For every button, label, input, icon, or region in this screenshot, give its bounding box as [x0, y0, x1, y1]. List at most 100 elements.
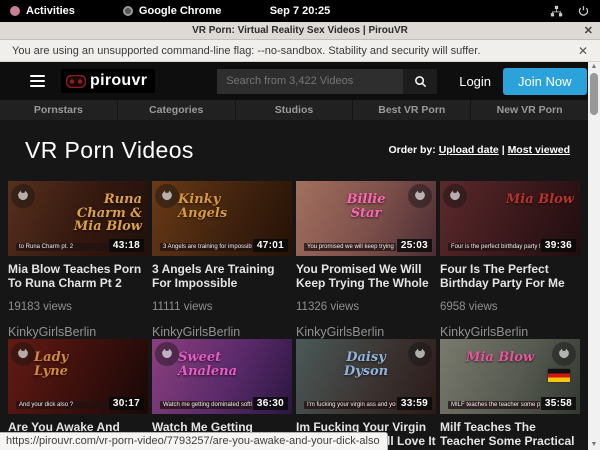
- thumbnail-overlay-text: Lady Lyne: [34, 351, 106, 378]
- search-bar: [217, 69, 437, 94]
- scroll-up-icon[interactable]: ▲: [588, 62, 600, 72]
- order-link-most-viewed[interactable]: Most viewed: [508, 144, 570, 156]
- main-nav: Pornstars Categories Studios Best VR Por…: [0, 100, 588, 120]
- video-thumbnail[interactable]: Sweet Analena Watch me getting dominated…: [152, 339, 292, 414]
- warning-close-icon[interactable]: ✕: [578, 44, 588, 58]
- thumbnail-caption: 3 Angels are training for impossible mis…: [160, 243, 252, 251]
- thumbnail-overlay-text: Daisy Dyson: [330, 351, 402, 378]
- video-views: 19183 views: [8, 301, 148, 313]
- video-title[interactable]: 3 Angels Are Training For Impossible Mis…: [152, 262, 292, 291]
- thumbnail-caption: You promised we will keep trying the who…: [304, 243, 396, 251]
- video-card[interactable]: Runa Charm & Mia Blow to Runa Charm pt. …: [8, 181, 148, 339]
- duration-badge: 47:01: [253, 239, 288, 252]
- browser-title-bar: VR Porn: Virtual Reality Sex Videos | Pi…: [0, 22, 600, 40]
- video-title[interactable]: Four Is The Perfect Birthday Party For M…: [440, 262, 580, 291]
- duration-badge: 25:03: [397, 239, 432, 252]
- video-card[interactable]: Mia Blow MILF teaches the teacher some p…: [440, 339, 580, 450]
- window-title: VR Porn: Virtual Reality Sex Videos | Pi…: [192, 25, 408, 36]
- studio-link[interactable]: KinkyGirlsBerlin: [296, 325, 436, 339]
- window-close-icon[interactable]: ✕: [584, 24, 593, 37]
- thumbnail-caption: MILF teaches the teacher some practical …: [448, 401, 540, 409]
- studio-watermark-icon: [155, 342, 179, 366]
- thumbnail-caption: And your dick also ?: [16, 401, 108, 409]
- video-card[interactable]: Mia Blow Four is the perfect birthday pa…: [440, 181, 580, 339]
- studio-watermark-icon: [11, 342, 35, 366]
- video-card[interactable]: Kinky Angels 3 Angels are training for i…: [152, 181, 292, 339]
- thumbnail-overlay-text: Billie Star: [330, 193, 402, 220]
- menu-icon[interactable]: [30, 75, 45, 87]
- thumbnail-caption: Watch me getting dominated softly: [160, 401, 252, 409]
- power-icon[interactable]: [577, 5, 590, 18]
- browser-viewport: pirouvr Login Join Now Pornstars Categor…: [0, 62, 600, 450]
- join-now-button[interactable]: Join Now: [503, 68, 586, 95]
- nav-item-pornstars[interactable]: Pornstars: [0, 100, 118, 120]
- studio-watermark-icon: [552, 342, 576, 366]
- login-link[interactable]: Login: [459, 74, 491, 89]
- order-by-label: Order by:: [389, 144, 436, 156]
- nav-item-categories[interactable]: Categories: [118, 100, 236, 120]
- thumbnail-caption: I'm fucking your virgin ass and you will…: [304, 401, 396, 409]
- duration-badge: 39:36: [541, 239, 576, 252]
- site-header: pirouvr Login Join Now: [0, 62, 588, 100]
- duration-badge: 35:58: [541, 397, 576, 410]
- studio-watermark-icon: [155, 184, 179, 208]
- video-views: 11326 views: [296, 301, 436, 313]
- video-thumbnail[interactable]: Kinky Angels 3 Angels are training for i…: [152, 181, 292, 256]
- order-link-upload-date[interactable]: Upload date: [439, 144, 499, 156]
- duration-badge: 43:18: [109, 239, 144, 252]
- thumbnail-overlay-text: Kinky Angels: [178, 193, 250, 220]
- site-logo-text: pirouvr: [90, 72, 147, 90]
- page-area: pirouvr Login Join Now Pornstars Categor…: [0, 62, 588, 450]
- link-url-status: https://pirouvr.com/vr-porn-video/779325…: [0, 432, 388, 450]
- thumbnail-overlay-text: Mia Blow: [466, 351, 534, 365]
- thumbnail-overlay-text: Mia Blow: [506, 193, 574, 207]
- scroll-down-icon[interactable]: ▼: [588, 440, 600, 450]
- chrome-warning-bar: You are using an unsupported command-lin…: [0, 40, 600, 62]
- page-scrollbar[interactable]: ▲ ▼: [588, 62, 600, 450]
- video-grid: Runa Charm & Mia Blow to Runa Charm pt. …: [8, 181, 580, 450]
- search-button[interactable]: [403, 69, 437, 94]
- studio-link[interactable]: KinkyGirlsBerlin: [152, 325, 292, 339]
- duration-badge: 30:17: [109, 397, 144, 410]
- site-logo[interactable]: pirouvr: [61, 69, 155, 93]
- video-thumbnail[interactable]: Runa Charm & Mia Blow to Runa Charm pt. …: [8, 181, 148, 256]
- scrollbar-thumb[interactable]: [590, 73, 598, 115]
- video-thumbnail[interactable]: Lady Lyne And your dick also ? 30:17: [8, 339, 148, 414]
- video-title[interactable]: Mia Blow Teaches Porn To Runa Charm Pt 2: [8, 262, 148, 291]
- thumbnail-caption: to Runa Charm pt. 2: [16, 243, 108, 251]
- search-input[interactable]: [217, 69, 403, 94]
- video-thumbnail[interactable]: Mia Blow Four is the perfect birthday pa…: [440, 181, 580, 256]
- system-top-bar: Activities Google Chrome Sep 7 20:25: [0, 0, 600, 22]
- studio-watermark-icon: [443, 184, 467, 208]
- warning-text: You are using an unsupported command-lin…: [12, 45, 480, 57]
- german-flag-icon: [548, 369, 570, 382]
- order-by: Order by: Upload date | Most viewed: [389, 144, 571, 156]
- video-thumbnail[interactable]: Daisy Dyson I'm fucking your virgin ass …: [296, 339, 436, 414]
- video-thumbnail[interactable]: Billie Star You promised we will keep tr…: [296, 181, 436, 256]
- studio-watermark-icon: [408, 342, 432, 366]
- studio-link[interactable]: KinkyGirlsBerlin: [440, 325, 580, 339]
- video-title[interactable]: You Promised We Will Keep Trying The Who…: [296, 262, 436, 291]
- page-title: VR Porn Videos: [25, 137, 194, 164]
- video-views: 11111 views: [152, 301, 292, 313]
- video-title[interactable]: Milf Teaches The Teacher Some Practical …: [440, 420, 580, 449]
- main-content: VR Porn Videos Order by: Upload date | M…: [0, 133, 588, 450]
- studio-watermark-icon: [11, 184, 35, 208]
- nav-item-studios[interactable]: Studios: [236, 100, 354, 120]
- studio-watermark-icon: [408, 184, 432, 208]
- video-thumbnail[interactable]: Mia Blow MILF teaches the teacher some p…: [440, 339, 580, 414]
- network-icon[interactable]: [550, 5, 563, 18]
- search-icon: [414, 75, 427, 88]
- system-clock[interactable]: Sep 7 20:25: [0, 5, 600, 17]
- thumbnail-caption: Four is the perfect birthday party for m…: [448, 243, 540, 251]
- video-views: 6958 views: [440, 301, 580, 313]
- thumbnail-overlay-text: Runa Charm & Mia Blow: [70, 193, 142, 234]
- duration-badge: 36:30: [253, 397, 288, 410]
- video-card[interactable]: Billie Star You promised we will keep tr…: [296, 181, 436, 339]
- vr-goggles-icon: [66, 75, 86, 88]
- thumbnail-overlay-text: Sweet Analena: [178, 351, 250, 378]
- studio-link[interactable]: KinkyGirlsBerlin: [8, 325, 148, 339]
- nav-item-best-vr-porn[interactable]: Best VR Porn: [353, 100, 471, 120]
- duration-badge: 33:59: [397, 397, 432, 410]
- nav-item-new-vr-porn[interactable]: New VR Porn: [471, 100, 588, 120]
